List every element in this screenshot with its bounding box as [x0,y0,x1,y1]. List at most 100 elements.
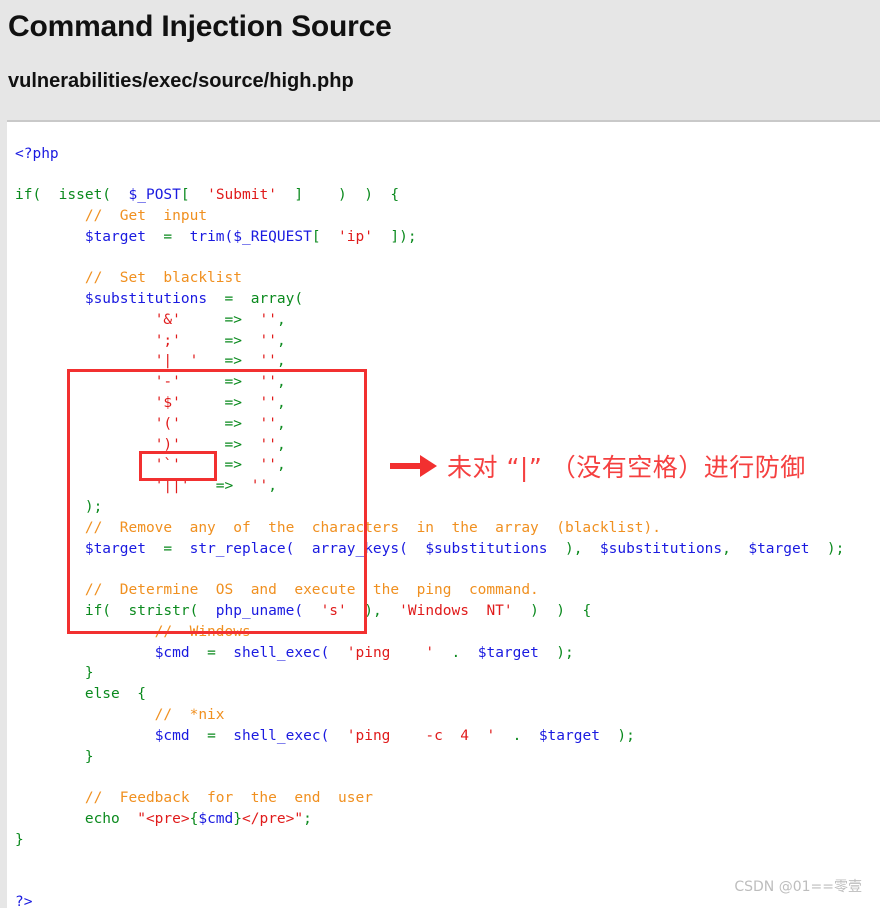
code-token: '' [259,436,277,453]
code-line: '| ' => '', [15,351,880,372]
code-token: => [180,395,260,412]
code-line: $cmd = shell_exec( 'ping ' . $target ); [15,643,880,664]
code-token: </pre>" [242,811,304,827]
code-line: $cmd = shell_exec( 'ping -c 4 ' . $targe… [15,726,880,747]
code-line: ); [15,497,880,518]
code-token: '(' [154,415,181,432]
code-token: // Set blacklist [15,270,242,287]
code-line: // Get input [15,206,880,227]
code-token: $substitutions [84,291,208,308]
code-line: $target = str_replace( array_keys( $subs… [15,539,880,560]
code-token: $target [84,540,146,557]
code-token: '| ' [154,353,199,370]
code-token: // Determine OS and execute the ping com… [15,582,539,599]
code-token: ), [346,603,400,620]
code-token: } [15,665,94,682]
code-token: // Remove any of the characters in the a… [15,519,662,536]
code-token: ); [809,540,845,557]
code-token: '' [250,478,269,495]
code-line: ';' => '', [15,331,880,352]
code-token: = [145,540,190,557]
code-token: "<pre> [137,811,190,827]
code-line: // Remove any of the characters in the a… [15,518,880,539]
code-token: array( [250,291,304,308]
code-token: = [207,291,251,308]
code-token: 'ping -c 4 ' [346,727,496,744]
code-token: echo [15,811,138,827]
code-token: ]); [372,228,417,245]
page-title: Command Injection Source [8,10,392,43]
code-token: // Get input [15,207,208,224]
code-line: $target = trim($_REQUEST[ 'ip' ]); [15,227,880,248]
code-token: 's' [320,603,347,620]
code-token: , [276,353,286,370]
code-token: 'Windows NT' [399,603,513,620]
code-token: . [495,727,539,744]
code-token: ) ) { [512,603,592,620]
code-token: str_replace( array_keys( [189,540,426,557]
code-token: ); [15,499,103,516]
source-code-panel: <?php if( isset( $_POST[ 'Submit' ] ) ) … [7,120,880,908]
code-token: , [276,332,286,349]
code-token: $target [748,540,810,557]
code-token: , [276,395,286,412]
code-token: $cmd [198,811,234,827]
annotation-label: 未对 “|” （没有空格）进行防御 [447,453,806,482]
code-token: = [145,228,190,245]
code-line: $substitutions = array( [15,289,880,310]
code-line: <?php [15,144,880,165]
code-token: '`' [154,457,181,474]
code-token: ; [303,811,312,827]
code-token: => [180,436,260,453]
code-token: 'ip' [338,228,373,245]
code-token: , [276,457,286,474]
code-token: => [198,353,260,370]
code-token: $target [84,228,146,245]
code-token: '' [259,374,277,391]
code-line: '(' => '', [15,414,880,435]
code-token: shell_exec( [233,644,347,661]
csdn-watermark: CSDN @01==零壹 [734,879,862,895]
code-token: php_uname( [215,603,321,620]
code-token: , [722,540,749,557]
code-token: trim( [189,228,234,245]
code-token: ')' [154,436,181,453]
code-line: if( isset( $_POST[ 'Submit' ] ) ) { [15,185,880,206]
code-token: ); [599,727,635,744]
code-token: } [15,831,24,848]
code-token: '$' [154,395,181,412]
page-subtitle: vulnerabilities/exec/source/high.php [8,70,354,92]
php-source-code[interactable]: <?php if( isset( $_POST[ 'Submit' ] ) ) … [7,137,880,908]
code-token: if( isset( [15,187,129,204]
code-line: // Windows [15,622,880,643]
code-line: } [15,747,880,768]
code-token: 'ping ' [346,644,435,661]
code-token: '' [259,415,277,432]
code-token: } [15,748,94,765]
code-token: => [180,374,260,391]
code-token: ';' [154,332,181,349]
code-token: shell_exec( [233,727,347,744]
code-token: => [180,311,260,328]
code-token: '' [259,332,277,349]
code-token: [ [180,187,208,204]
code-token: $cmd [154,727,190,744]
code-token: <?php [15,145,59,162]
code-line: echo "<pre>{$cmd}</pre>"; [15,809,880,830]
code-token: => [189,478,251,495]
code-token: '' [259,311,277,328]
code-token: if( stristr( [15,603,216,620]
code-token: . [434,644,478,661]
code-token: , [276,311,286,328]
code-token: 'Submit' [207,187,277,204]
